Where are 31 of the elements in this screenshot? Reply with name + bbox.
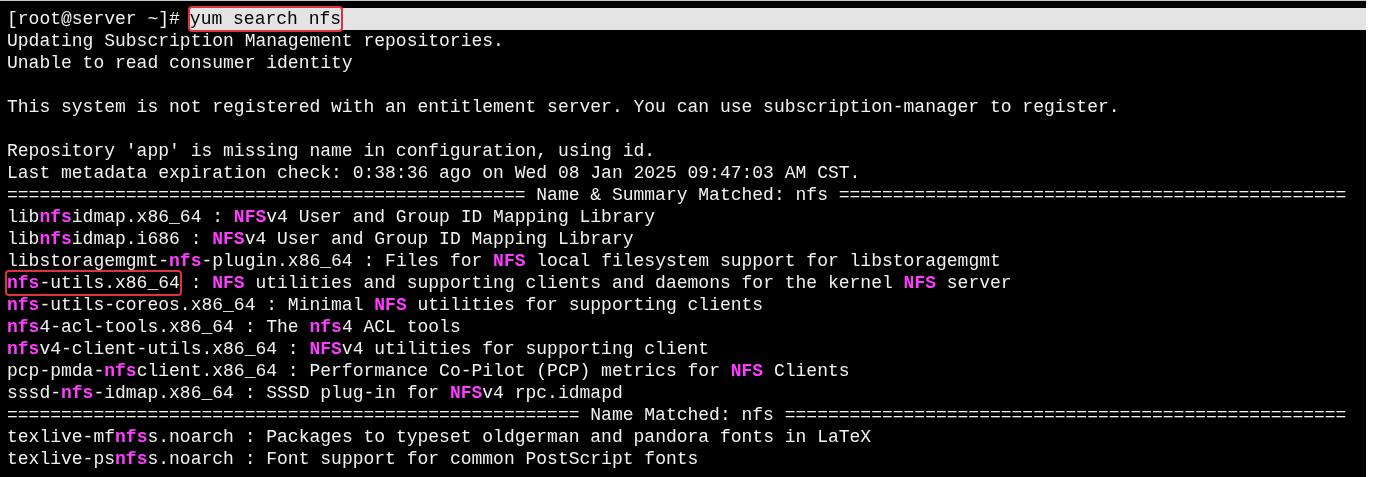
package-name: texlive-mfnfss.noarch xyxy=(7,426,234,448)
package-name: sssd-nfs-idmap.x86_64 xyxy=(7,382,234,404)
command-text: yum search nfs xyxy=(189,8,342,30)
output-line: Updating Subscription Management repositories. xyxy=(7,30,504,52)
package-summary: : Files for NFS local filesystem support for libstoragemgmt xyxy=(362,250,1001,272)
package-summary: : Packages to typeset oldgerman and pandora fonts in LaTeX xyxy=(243,426,872,448)
section-header: ================================================ Name & Summary Matched: nfs =============================================== xyxy=(7,184,1347,206)
package-name: nfs-utils.x86_64 xyxy=(7,272,180,294)
package-summary: : SSSD plug-in for NFSv4 rpc.idmapd xyxy=(243,382,623,404)
package-summary: : NFSv4 utilities for supporting client xyxy=(286,338,710,360)
package-summary: : NFS utilities and supporting clients and daemons for the kernel NFS server xyxy=(189,272,1012,294)
package-name: nfs-utils-coreos.x86_64 xyxy=(7,294,256,316)
package-name: libnfsidmap.i686 xyxy=(7,228,180,250)
output-line: This system is not registered with an entitlement server. You can use subscription-manager to register. xyxy=(7,96,1120,118)
package-summary: : Performance Co-Pilot (PCP) metrics for NFS Clients xyxy=(286,360,850,382)
output-line: Repository 'app' is missing name in configuration, using id. xyxy=(7,140,656,162)
package-summary: : NFSv4 User and Group ID Mapping Library xyxy=(189,228,634,250)
package-summary: : Font support for common PostScript fonts xyxy=(243,448,699,470)
package-name: nfsv4-client-utils.x86_64 xyxy=(7,338,278,360)
package-summary: : Minimal NFS utilities for supporting clients xyxy=(265,294,764,316)
package-name: nfs4-acl-tools.x86_64 xyxy=(7,316,234,338)
output-line: Last metadata expiration check: 0:38:36 ago on Wed 08 Jan 2025 09:47:03 AM CST. xyxy=(7,162,861,184)
shell-prompt: [root@server ~]# xyxy=(7,8,180,30)
package-summary: : The nfs4 ACL tools xyxy=(243,316,461,338)
section-header: ===================================================== Name Matched: nfs ==================================================== xyxy=(7,404,1347,426)
package-summary: : NFSv4 User and Group ID Mapping Library xyxy=(211,206,656,228)
package-name: pcp-pmda-nfsclient.x86_64 xyxy=(7,360,278,382)
package-name: libstoragemgmt-nfs-plugin.x86_64 xyxy=(7,250,353,272)
package-name: texlive-psnfss.noarch xyxy=(7,448,234,470)
output-line: Unable to read consumer identity xyxy=(7,52,353,74)
package-name: libnfsidmap.x86_64 xyxy=(7,206,202,228)
